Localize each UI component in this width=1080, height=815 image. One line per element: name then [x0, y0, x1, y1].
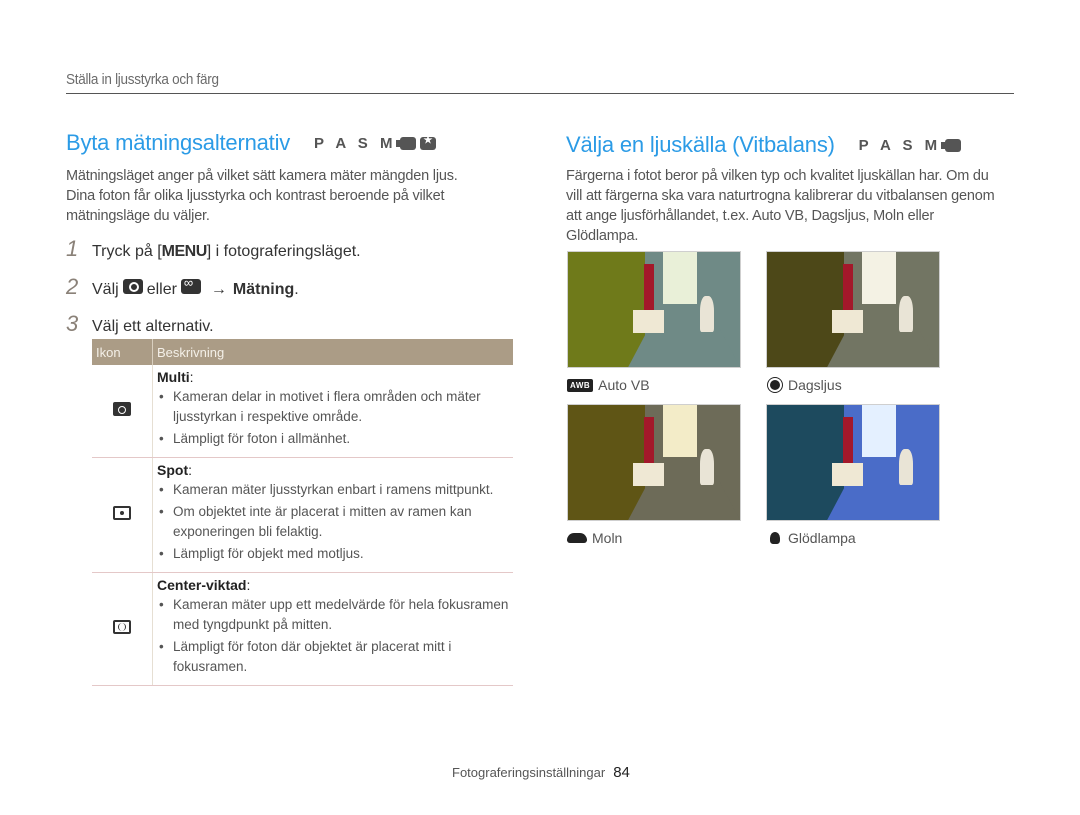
col-header-icon: Ikon	[92, 339, 153, 365]
chapter-name: Fotograferingsinställningar	[452, 765, 606, 780]
sample-photo	[766, 404, 940, 521]
spot-metering-icon	[113, 505, 131, 520]
metering-table: Ikon Beskrivning Multi: Kameran delar in…	[92, 339, 513, 686]
right-section-title: Välja en ljuskälla (Vitbalans) P A S M	[566, 132, 1016, 158]
sample-photo	[766, 251, 940, 368]
smart-mode-icon	[420, 135, 437, 150]
arrow-icon: →	[210, 281, 227, 298]
wb-sample-tungsten: Glödlampa	[766, 404, 940, 546]
shooting-modes: P A S M	[314, 135, 437, 152]
multi-metering-icon	[113, 401, 131, 416]
movie-mode-icon	[396, 137, 417, 150]
awb-icon: AWB	[567, 378, 594, 392]
video-icon	[180, 275, 201, 294]
step-1: 1 Tryck på [MENU] i fotograferingsläget.	[66, 236, 361, 261]
page-footer: Fotograferingsinställningar 84	[452, 764, 630, 781]
shooting-modes: P A S M	[859, 137, 962, 154]
bullet: Lämpligt för foton i allmänhet.	[159, 429, 509, 449]
wb-sample-auto: AWB Auto VB	[567, 251, 741, 393]
left-section-title: Byta mätningsalternativ P A S M	[66, 130, 526, 156]
section-header: Ställa in ljusstyrka och färg	[66, 71, 219, 88]
sample-photo	[567, 251, 741, 368]
wb-sample-daylight: Dagsljus	[766, 251, 940, 393]
table-row: Multi: Kameran delar in motivet i flera …	[92, 365, 513, 458]
header-divider	[66, 93, 1014, 94]
bullet: Kameran mäter upp ett medelvärde för hel…	[159, 595, 509, 635]
camera-icon	[122, 279, 143, 294]
center-weighted-metering-icon	[113, 619, 131, 634]
bullet: Om objektet inte är placerat i mitten av…	[159, 502, 509, 542]
right-intro: Färgerna i fotot beror på vilken typ och…	[566, 168, 995, 244]
bullet: Lämpligt för objekt med motljus.	[159, 544, 509, 564]
cloudy-icon	[567, 533, 587, 543]
daylight-icon	[770, 380, 780, 390]
movie-mode-icon	[941, 139, 962, 152]
bullet: Kameran delar in motivet i flera områden…	[159, 387, 509, 427]
step-3: 3 Välj ett alternativ.	[66, 311, 214, 336]
left-intro: Mätningsläget anger på vilket sätt kamer…	[66, 168, 458, 224]
table-row: Center-viktad: Kameran mäter upp ett med…	[92, 572, 513, 686]
table-row: Spot: Kameran mäter ljusstyrkan enbart i…	[92, 457, 513, 573]
left-section: Byta mätningsalternativ P A S M Mätnings…	[66, 130, 526, 226]
wb-sample-cloudy: Moln	[567, 404, 741, 546]
page-number: 84	[613, 764, 630, 781]
bullet: Kameran mäter ljusstyrkan enbart i ramen…	[159, 480, 509, 500]
right-section: Välja en ljuskälla (Vitbalans) P A S M F…	[566, 132, 1016, 246]
bullet: Lämpligt för foton där objektet är place…	[159, 637, 509, 677]
tungsten-icon	[770, 532, 780, 544]
menu-key: MENU	[161, 243, 208, 260]
sample-photo	[567, 404, 741, 521]
step-2: 2 Välj eller → Mätning.	[66, 274, 299, 300]
col-header-description: Beskrivning	[152, 339, 513, 365]
